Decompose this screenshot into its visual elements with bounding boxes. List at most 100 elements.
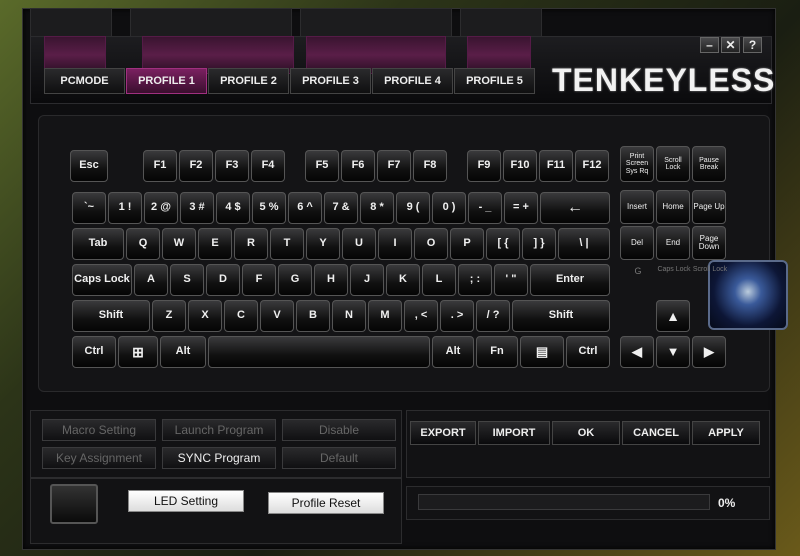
minimize-button[interactable]: – — [700, 37, 719, 53]
tab-pcmode[interactable]: PCMODE — [44, 68, 125, 94]
key-f4[interactable]: F4 — [251, 150, 285, 182]
key-left-shift[interactable]: Shift — [72, 300, 150, 332]
key-1[interactable]: 1 ! — [108, 192, 142, 224]
key-esc[interactable]: Esc — [70, 150, 108, 182]
key-p[interactable]: P — [450, 228, 484, 260]
key-right-bracket[interactable]: ] } — [522, 228, 556, 260]
key-u[interactable]: U — [342, 228, 376, 260]
launch-program-button[interactable]: Launch Program — [162, 419, 276, 441]
disable-button[interactable]: Disable — [282, 419, 396, 441]
tab-profile-4[interactable]: PROFILE 4 — [372, 68, 453, 94]
key-backtick[interactable]: `~ — [72, 192, 106, 224]
key-9[interactable]: 9 ( — [396, 192, 430, 224]
close-button[interactable]: ✕ — [721, 37, 740, 53]
key-backslash[interactable]: \ | — [558, 228, 610, 260]
key-c[interactable]: C — [224, 300, 258, 332]
key-j[interactable]: J — [350, 264, 384, 296]
key-z[interactable]: Z — [152, 300, 186, 332]
key-assignment-button[interactable]: Key Assignment — [42, 447, 156, 469]
ok-button[interactable]: OK — [552, 421, 620, 445]
key-8[interactable]: 8 * — [360, 192, 394, 224]
apply-button[interactable]: APPLY — [692, 421, 760, 445]
key-t[interactable]: T — [270, 228, 304, 260]
key-left-alt[interactable]: Alt — [160, 336, 206, 368]
key-w[interactable]: W — [162, 228, 196, 260]
key-2[interactable]: 2 @ — [144, 192, 178, 224]
arrow-up-icon[interactable]: ▲ — [656, 300, 690, 332]
key-m[interactable]: M — [368, 300, 402, 332]
key-f[interactable]: F — [242, 264, 276, 296]
key-left-bracket[interactable]: [ { — [486, 228, 520, 260]
key-equals[interactable]: = + — [504, 192, 538, 224]
key-f6[interactable]: F6 — [341, 150, 375, 182]
key-x[interactable]: X — [188, 300, 222, 332]
key-right-alt[interactable]: Alt — [432, 336, 474, 368]
key-delete[interactable]: Del — [620, 226, 654, 260]
key-d[interactable]: D — [206, 264, 240, 296]
help-button[interactable]: ? — [743, 37, 762, 53]
key-right-shift[interactable]: Shift — [512, 300, 610, 332]
sync-program-button[interactable]: SYNC Program — [162, 447, 276, 469]
key-backspace[interactable]: ← — [540, 192, 610, 224]
arrow-down-icon[interactable]: ▼ — [656, 336, 690, 368]
key-enter[interactable]: Enter — [530, 264, 610, 296]
key-i[interactable]: I — [378, 228, 412, 260]
key-y[interactable]: Y — [306, 228, 340, 260]
key-minus[interactable]: - _ — [468, 192, 502, 224]
key-space[interactable] — [208, 336, 430, 368]
key-r[interactable]: R — [234, 228, 268, 260]
key-4[interactable]: 4 $ — [216, 192, 250, 224]
macro-setting-button[interactable]: Macro Setting — [42, 419, 156, 441]
key-e[interactable]: E — [198, 228, 232, 260]
key-s[interactable]: S — [170, 264, 204, 296]
windows-key-icon[interactable]: ⊞ — [118, 336, 158, 368]
key-pause-break[interactable]: Pause Break — [692, 146, 726, 182]
key-left-ctrl[interactable]: Ctrl — [72, 336, 116, 368]
key-page-down[interactable]: Page Down — [692, 226, 726, 260]
key-3[interactable]: 3 # — [180, 192, 214, 224]
key-quote[interactable]: ' " — [494, 264, 528, 296]
key-f10[interactable]: F10 — [503, 150, 537, 182]
key-h[interactable]: H — [314, 264, 348, 296]
default-button[interactable]: Default — [282, 447, 396, 469]
key-f11[interactable]: F11 — [539, 150, 573, 182]
key-f1[interactable]: F1 — [143, 150, 177, 182]
key-o[interactable]: O — [414, 228, 448, 260]
key-f8[interactable]: F8 — [413, 150, 447, 182]
key-6[interactable]: 6 ^ — [288, 192, 322, 224]
key-f2[interactable]: F2 — [179, 150, 213, 182]
key-f7[interactable]: F7 — [377, 150, 411, 182]
key-tab[interactable]: Tab — [72, 228, 124, 260]
key-7[interactable]: 7 & — [324, 192, 358, 224]
arrow-right-icon[interactable]: ▶ — [692, 336, 726, 368]
key-f3[interactable]: F3 — [215, 150, 249, 182]
key-l[interactable]: L — [422, 264, 456, 296]
key-f5[interactable]: F5 — [305, 150, 339, 182]
key-a[interactable]: A — [134, 264, 168, 296]
key-n[interactable]: N — [332, 300, 366, 332]
import-button[interactable]: IMPORT — [478, 421, 550, 445]
key-v[interactable]: V — [260, 300, 294, 332]
tab-profile-5[interactable]: PROFILE 5 — [454, 68, 535, 94]
key-caps-lock[interactable]: Caps Lock — [72, 264, 132, 296]
key-scroll-lock[interactable]: Scroll Lock — [656, 146, 690, 182]
tab-profile-1[interactable]: PROFILE 1 — [126, 68, 207, 94]
key-right-ctrl[interactable]: Ctrl — [566, 336, 610, 368]
key-f9[interactable]: F9 — [467, 150, 501, 182]
key-semicolon[interactable]: ; : — [458, 264, 492, 296]
key-end[interactable]: End — [656, 226, 690, 260]
key-home[interactable]: Home — [656, 190, 690, 224]
key-0[interactable]: 0 ) — [432, 192, 466, 224]
key-k[interactable]: K — [386, 264, 420, 296]
key-period[interactable]: . > — [440, 300, 474, 332]
key-comma[interactable]: , < — [404, 300, 438, 332]
tab-profile-2[interactable]: PROFILE 2 — [208, 68, 289, 94]
key-page-up[interactable]: Page Up — [692, 190, 726, 224]
key-g[interactable]: G — [278, 264, 312, 296]
key-insert[interactable]: Insert — [620, 190, 654, 224]
key-b[interactable]: B — [296, 300, 330, 332]
cancel-button[interactable]: CANCEL — [622, 421, 690, 445]
key-5[interactable]: 5 % — [252, 192, 286, 224]
key-q[interactable]: Q — [126, 228, 160, 260]
led-setting-button[interactable]: LED Setting — [128, 490, 244, 512]
